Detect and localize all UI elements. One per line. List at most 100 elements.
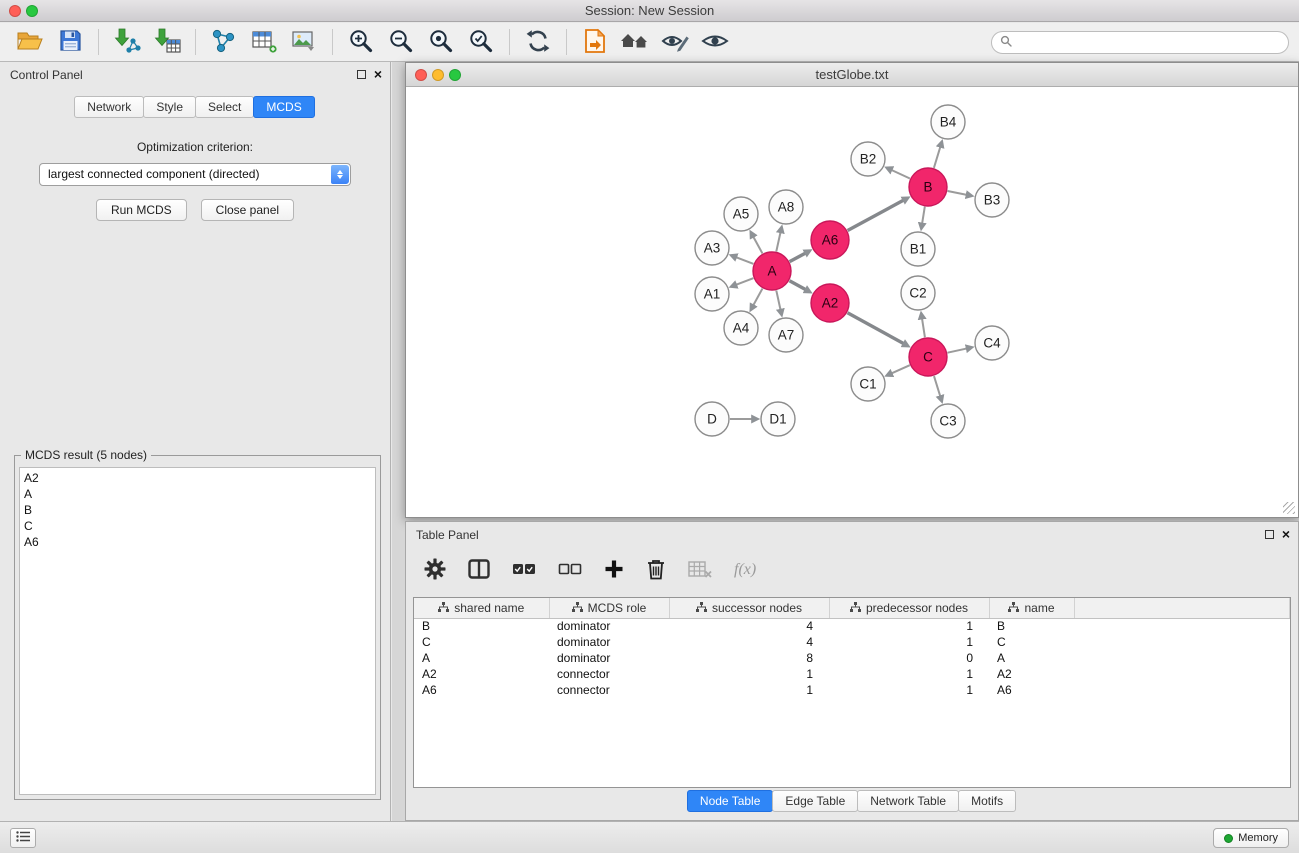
edge-A-A5[interactable] — [753, 236, 763, 253]
node-C3[interactable]: C3 — [931, 404, 965, 438]
new-network-button[interactable] — [204, 25, 244, 59]
mcds-result-item[interactable]: A — [24, 486, 371, 502]
open-session-button[interactable] — [10, 25, 50, 59]
save-session-button[interactable] — [50, 25, 90, 59]
select-all-button[interactable] — [512, 562, 536, 579]
mcds-result-item[interactable]: C — [24, 518, 371, 534]
mcds-result-item[interactable]: B — [24, 502, 371, 518]
table-tab-motifs[interactable]: Motifs — [958, 790, 1016, 812]
show-columns-button[interactable] — [468, 559, 490, 582]
column-header-name[interactable]: name — [989, 598, 1074, 618]
delete-column-button[interactable] — [646, 558, 666, 583]
node-A1[interactable]: A1 — [695, 277, 729, 311]
table-row[interactable]: A2connector11A2 — [414, 666, 1290, 682]
node-C4[interactable]: C4 — [975, 326, 1009, 360]
close-window-button[interactable] — [9, 5, 21, 17]
node-B2[interactable]: B2 — [851, 142, 885, 176]
table-tab-network-table[interactable]: Network Table — [857, 790, 959, 812]
criterion-select[interactable]: largest connected component (directed) — [39, 163, 351, 186]
node-B[interactable]: B — [909, 168, 947, 206]
node-D[interactable]: D — [695, 402, 729, 436]
edge-B-B4[interactable] — [934, 146, 941, 168]
search-field[interactable] — [991, 31, 1289, 54]
zoom-window-button[interactable] — [26, 5, 38, 17]
node-C1[interactable]: C1 — [851, 367, 885, 401]
table-row[interactable]: Cdominator41C — [414, 634, 1290, 650]
control-tab-select[interactable]: Select — [195, 96, 254, 118]
resize-grip[interactable] — [1283, 502, 1295, 514]
column-header-successor-nodes[interactable]: successor nodes — [669, 598, 829, 618]
table-row[interactable]: A6connector11A6 — [414, 682, 1290, 698]
edge-C-C1[interactable] — [891, 365, 910, 374]
table-tab-node-table[interactable]: Node Table — [687, 790, 774, 812]
function-builder-button[interactable]: f(x) — [734, 561, 756, 579]
edge-A-A4[interactable] — [753, 289, 763, 306]
node-A5[interactable]: A5 — [724, 197, 758, 231]
node-A3[interactable]: A3 — [695, 231, 729, 265]
delete-table-button[interactable] — [688, 560, 712, 581]
open-document-button[interactable] — [575, 25, 615, 59]
add-column-button[interactable] — [604, 559, 624, 582]
node-A[interactable]: A — [753, 252, 791, 290]
edge-C-C3[interactable] — [934, 376, 941, 397]
import-table-file-button[interactable] — [147, 25, 187, 59]
close-window-button[interactable] — [415, 69, 427, 81]
table-tab-edge-table[interactable]: Edge Table — [772, 790, 858, 812]
network-window-titlebar[interactable]: testGlobe.txt — [406, 63, 1298, 87]
edge-C-C4[interactable] — [948, 348, 968, 352]
node-C2[interactable]: C2 — [901, 276, 935, 310]
home-button[interactable] — [615, 25, 655, 59]
zoom-fit-button[interactable] — [421, 25, 461, 59]
node-A6[interactable]: A6 — [811, 221, 849, 259]
table-settings-button[interactable] — [424, 558, 446, 583]
node-A7[interactable]: A7 — [769, 318, 803, 352]
node-B1[interactable]: B1 — [901, 232, 935, 266]
zoom-window-button[interactable] — [449, 69, 461, 81]
table-row[interactable]: Adominator80A — [414, 650, 1290, 666]
show-graphics-details-button[interactable] — [655, 25, 695, 59]
node-D1[interactable]: D1 — [761, 402, 795, 436]
control-tab-style[interactable]: Style — [143, 96, 196, 118]
edge-A2-C[interactable] — [848, 313, 905, 344]
edge-B-B1[interactable] — [922, 207, 925, 225]
node-A4[interactable]: A4 — [724, 311, 758, 345]
edge-C-C2[interactable] — [922, 318, 925, 338]
search-input[interactable] — [1017, 36, 1280, 50]
edge-B-B2[interactable] — [891, 170, 910, 179]
refresh-view-button[interactable] — [518, 25, 558, 59]
control-tab-network[interactable]: Network — [74, 96, 144, 118]
close-panel-button[interactable]: Close panel — [201, 199, 294, 221]
zoom-in-button[interactable] — [341, 25, 381, 59]
float-panel-icon[interactable] — [1265, 530, 1274, 539]
mcds-result-item[interactable]: A2 — [24, 470, 371, 486]
edge-A-A6[interactable] — [790, 253, 807, 262]
control-tab-mcds[interactable]: MCDS — [253, 96, 314, 118]
close-panel-icon[interactable]: × — [1282, 528, 1290, 540]
zoom-selected-button[interactable] — [461, 25, 501, 59]
edge-A-A1[interactable] — [735, 278, 753, 285]
minimize-window-button[interactable] — [432, 69, 444, 81]
edge-A-A2[interactable] — [790, 281, 807, 290]
network-canvas[interactable]: B4 B2 B B3 A5 A8A6 B1 A3 A A1 C2 A2 A4 A7 C4 C C1 C3 D D1 — [407, 88, 1297, 516]
edge-A-A3[interactable] — [735, 257, 753, 264]
export-image-button[interactable] — [284, 25, 324, 59]
deselect-all-button[interactable] — [558, 562, 582, 579]
toggle-visibility-button[interactable] — [695, 25, 735, 59]
column-header-shared-name[interactable]: shared name — [414, 598, 549, 618]
node-C[interactable]: C — [909, 338, 947, 376]
edge-A-A8[interactable] — [776, 231, 780, 251]
memory-button[interactable]: Memory — [1213, 828, 1289, 848]
column-header-predecessor-nodes[interactable]: predecessor nodes — [829, 598, 989, 618]
node-A2[interactable]: A2 — [811, 284, 849, 322]
mcds-result-item[interactable]: A6 — [24, 534, 371, 550]
network-graph[interactable]: B4 B2 B B3 A5 A8A6 B1 A3 A A1 C2 A2 A4 A7 C4 C C1 C3 D D1 — [407, 88, 1297, 516]
new-table-button[interactable] — [244, 25, 284, 59]
task-history-button[interactable] — [10, 828, 36, 848]
edge-A6-B[interactable] — [848, 200, 905, 231]
edge-B-B3[interactable] — [948, 191, 968, 195]
node-A8[interactable]: A8 — [769, 190, 803, 224]
node-B3[interactable]: B3 — [975, 183, 1009, 217]
node-B4[interactable]: B4 — [931, 105, 965, 139]
edge-A-A7[interactable] — [776, 291, 780, 311]
table-row[interactable]: Bdominator41B — [414, 618, 1290, 634]
